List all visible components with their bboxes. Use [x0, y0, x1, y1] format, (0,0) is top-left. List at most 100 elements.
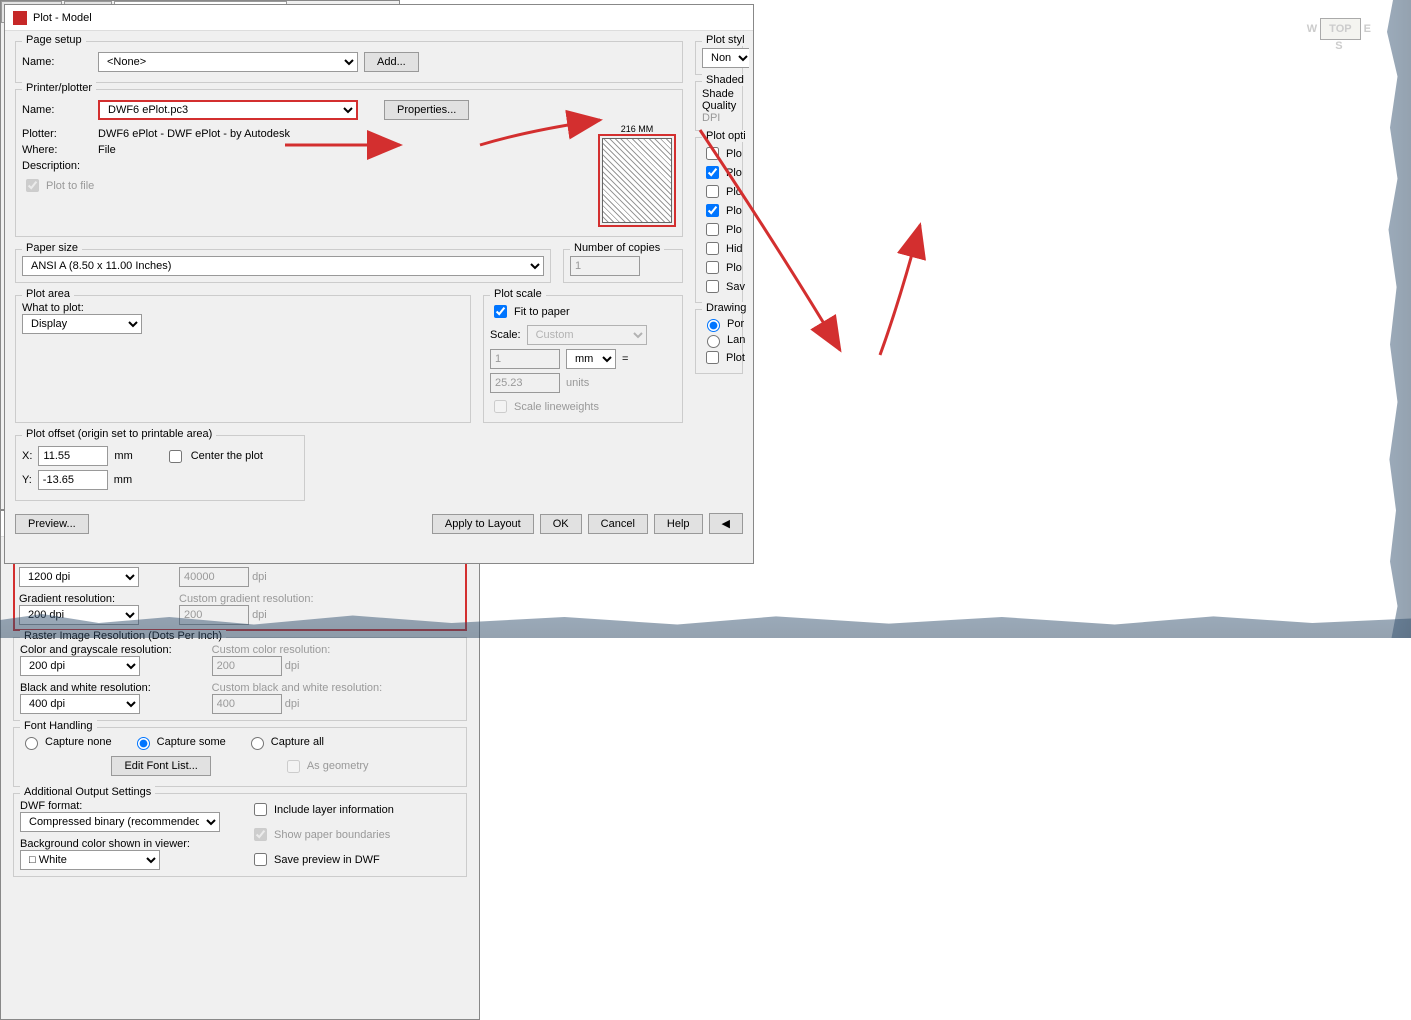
- center-label: Center the plot: [191, 450, 263, 462]
- scale-label: Scale:: [490, 329, 521, 341]
- what-to-plot-label: What to plot:: [22, 302, 464, 314]
- vector-res-select[interactable]: 1200 dpi: [19, 567, 139, 587]
- fit-label: Fit to paper: [514, 306, 570, 318]
- plot-options-group: Plot opti Plo Plo Plo Plo Plo Hid Plo Sa…: [695, 137, 743, 303]
- bg-color-select[interactable]: □ White: [20, 850, 160, 870]
- printer-name-select[interactable]: DWF6 ePlot.pc3: [98, 100, 358, 120]
- scale-unit-select[interactable]: mm: [566, 349, 616, 369]
- plot-to-file-checkbox: [26, 179, 39, 192]
- offset-group: Plot offset (origin set to printable are…: [15, 435, 305, 501]
- plot-ok-button[interactable]: OK: [540, 514, 582, 534]
- custom-vec-input: [179, 567, 249, 587]
- include-layer-checkbox[interactable]: Include layer information: [250, 800, 394, 819]
- copies-input: [570, 256, 640, 276]
- font-legend: Font Handling: [20, 720, 97, 732]
- capture-none-radio[interactable]: Capture none: [20, 734, 112, 750]
- viewcube-e: E: [1364, 23, 1371, 35]
- portrait-radio[interactable]: [707, 319, 720, 332]
- viewcube-w: W: [1307, 23, 1317, 35]
- opt4[interactable]: [706, 204, 719, 217]
- opt6-lbl: Hid: [726, 243, 743, 255]
- fit-to-paper-checkbox[interactable]: [494, 305, 507, 318]
- center-plot-checkbox[interactable]: [169, 450, 182, 463]
- paper-size-group: Paper size ANSI A (8.50 x 11.00 Inches): [15, 249, 551, 283]
- opt2-lbl: Plo: [726, 167, 742, 179]
- lan-lbl: Lan: [727, 334, 745, 346]
- paper-legend: Paper size: [22, 242, 82, 254]
- bg-color-label: Background color shown in viewer:: [20, 838, 220, 850]
- shade-label: Shade: [702, 88, 736, 100]
- opt1[interactable]: [706, 147, 719, 160]
- opt7-lbl: Plo: [726, 262, 742, 274]
- y-input[interactable]: [38, 470, 108, 490]
- dpi3: dpi: [285, 660, 300, 672]
- viewcube-top-face[interactable]: TOP: [1320, 18, 1360, 40]
- plot-cancel-button[interactable]: Cancel: [588, 514, 648, 534]
- save-preview-checkbox[interactable]: Save preview in DWF: [250, 850, 394, 869]
- opt2[interactable]: [706, 166, 719, 179]
- opt7[interactable]: [706, 261, 719, 274]
- torn-edge-right: [1381, 0, 1411, 638]
- apply-layout-button[interactable]: Apply to Layout: [432, 514, 534, 534]
- custom-color-label: Custom color resolution:: [212, 644, 383, 656]
- units-label: units: [566, 377, 589, 389]
- scale-num-input: [490, 349, 560, 369]
- custom-grad-label: Custom gradient resolution:: [179, 593, 314, 605]
- show-paper-checkbox: Show paper boundaries: [250, 825, 394, 844]
- dpi2: dpi: [252, 609, 267, 621]
- color-res-select[interactable]: 200 dpi: [20, 656, 140, 676]
- opt6[interactable]: [706, 242, 719, 255]
- drawing-legend: Drawing: [702, 302, 749, 314]
- page-setup-name-label: Name:: [22, 56, 92, 68]
- x-label: X:: [22, 450, 32, 462]
- shaded-legend: Shaded: [702, 74, 748, 86]
- quality-label: Quality: [702, 100, 736, 112]
- dwf-format-select[interactable]: Compressed binary (recommended): [20, 812, 220, 832]
- page-setup-name-select[interactable]: <None>: [98, 52, 358, 72]
- scale-legend: Plot scale: [490, 288, 546, 300]
- page-setup-legend: Page setup: [22, 34, 86, 46]
- plot-scale-group: Plot scale Fit to paper Scale:Custom mm=…: [483, 295, 683, 423]
- opt3-lbl: Plo: [726, 186, 742, 198]
- upside-checkbox[interactable]: [706, 351, 719, 364]
- edit-font-list-button[interactable]: Edit Font List...: [111, 756, 210, 776]
- x-input[interactable]: [38, 446, 108, 466]
- dpi4: dpi: [285, 698, 300, 710]
- custom-color-input: [212, 656, 282, 676]
- shaded-group: Shaded Shade Quality DPI: [695, 81, 743, 131]
- properties-button[interactable]: Properties...: [384, 100, 469, 120]
- plot-titlebar[interactable]: Plot - Model: [5, 5, 753, 31]
- opt1-lbl: Plo: [726, 148, 742, 160]
- capture-all-radio[interactable]: Capture all: [246, 734, 324, 750]
- lw-label: Scale lineweights: [514, 401, 599, 413]
- expand-button[interactable]: ◀: [709, 513, 743, 534]
- capture-some-radio[interactable]: Capture some: [132, 734, 226, 750]
- plot-dialog: Plot - Model Page setup Name: <None> Add…: [4, 4, 754, 564]
- paper-preview: [602, 138, 672, 223]
- dpi1: dpi: [252, 571, 267, 583]
- paper-preview-frame: [598, 134, 676, 227]
- preview-button[interactable]: Preview...: [15, 514, 89, 534]
- landscape-radio[interactable]: [707, 335, 720, 348]
- viewcube[interactable]: W TOP E S: [1307, 18, 1371, 52]
- scale-lineweights-checkbox: [494, 400, 507, 413]
- y-mm: mm: [114, 474, 132, 486]
- gradient-res-label: Gradient resolution:: [19, 593, 139, 605]
- opt5[interactable]: [706, 223, 719, 236]
- page-setup-group: Page setup Name: <None> Add...: [15, 41, 683, 83]
- x-mm: mm: [114, 450, 132, 462]
- raster-resolution-group: Raster Image Resolution (Dots Per Inch) …: [13, 637, 467, 721]
- opt8[interactable]: [706, 280, 719, 293]
- add-button[interactable]: Add...: [364, 52, 419, 72]
- bw-res-select[interactable]: 400 dpi: [20, 694, 140, 714]
- scale-units-input: [490, 373, 560, 393]
- preview-width: 216 MM: [598, 124, 676, 134]
- dwf-format-label: DWF format:: [20, 800, 220, 812]
- opt3[interactable]: [706, 185, 719, 198]
- paper-size-select[interactable]: ANSI A (8.50 x 11.00 Inches): [22, 256, 544, 276]
- plot-help-button[interactable]: Help: [654, 514, 703, 534]
- offset-legend: Plot offset (origin set to printable are…: [22, 428, 216, 440]
- what-to-plot-select[interactable]: Display: [22, 314, 142, 334]
- as-geometry-checkbox: As geometry: [283, 757, 369, 776]
- style-select[interactable]: None: [702, 48, 749, 68]
